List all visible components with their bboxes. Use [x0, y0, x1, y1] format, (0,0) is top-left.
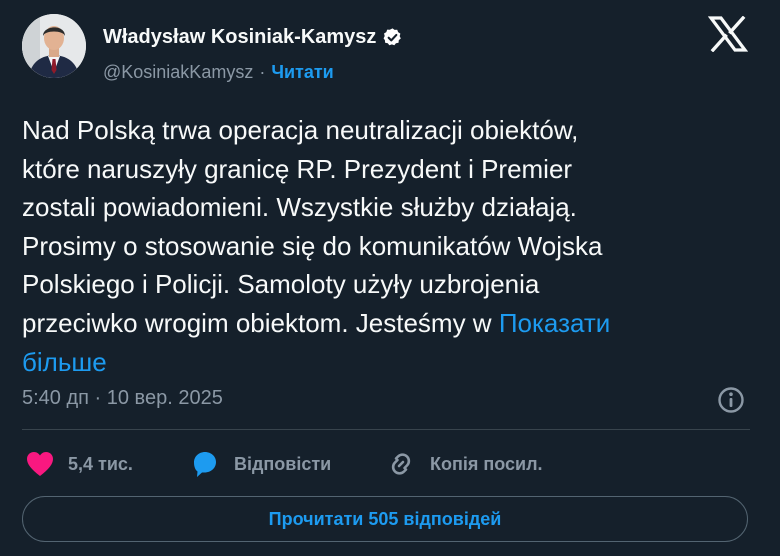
copy-link-button[interactable]: Копія посил. [386, 448, 543, 480]
x-logo-icon[interactable] [708, 16, 748, 52]
author-display-name[interactable]: Władysław Kosiniak-Kamysz [103, 26, 376, 49]
divider [22, 429, 750, 430]
like-button[interactable]: 5,4 тис. [26, 448, 133, 480]
tweet-embed-card: Władysław Kosiniak-Kamysz @KosiniakKamys… [0, 0, 780, 556]
tweet-text: Nad Polską trwa operacja neutralizacji o… [22, 111, 752, 381]
read-replies-button[interactable]: Прочитати 505 відповідей [22, 496, 748, 542]
copy-link-label: Копія посил. [430, 453, 543, 474]
follow-link[interactable]: Читати [271, 62, 333, 83]
author-name-row: Władysław Kosiniak-Kamysz [103, 24, 403, 50]
avatar[interactable] [22, 14, 86, 78]
author-handle-row: @KosiniakKamysz · Читати [103, 60, 334, 84]
separator-dot: · [259, 61, 266, 82]
verified-badge-icon [384, 27, 402, 45]
tweet-body-text: Nad Polską trwa operacja neutralizacji o… [22, 115, 603, 338]
reply-label: Відповісти [234, 453, 332, 474]
tweet-timestamp[interactable]: 5:40 дп · 10 вер. 2025 [22, 387, 223, 410]
info-icon[interactable] [716, 385, 746, 415]
heart-icon [27, 452, 53, 476]
author-handle[interactable]: @KosiniakKamysz [103, 62, 253, 83]
reply-button[interactable]: Відповісти [190, 448, 331, 480]
like-count: 5,4 тис. [68, 453, 133, 474]
reply-bubble-icon [194, 452, 216, 477]
link-icon [391, 453, 411, 475]
